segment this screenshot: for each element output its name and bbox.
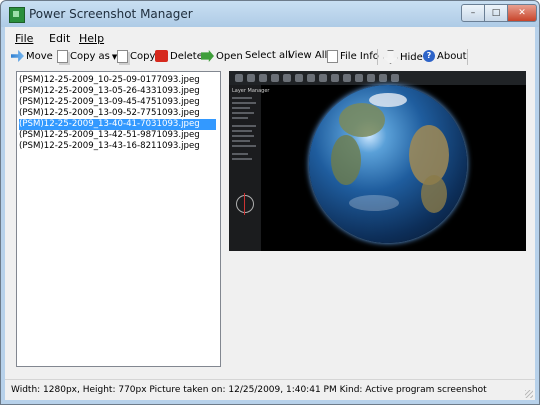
hide-icon <box>383 50 398 64</box>
open-label: Open <box>216 50 243 62</box>
toolbar-separator <box>377 49 378 65</box>
preview-layer-panel: Layer Manager <box>229 85 269 251</box>
file-list[interactable]: (PSM)12-25-2009_10-25-09-0177093.jpeg (P… <box>16 71 221 367</box>
about-label: About <box>437 50 467 62</box>
file-info-button[interactable]: File Info <box>327 50 379 63</box>
menu-edit[interactable]: Edit <box>49 32 70 45</box>
copy-as-label: Copy as <box>70 51 110 62</box>
file-list-item[interactable]: (PSM)12-25-2009_13-43-16-8211093.jpeg <box>19 141 216 152</box>
screenshot-preview[interactable]: Layer Manager <box>229 71 526 251</box>
copy-icon <box>117 50 128 63</box>
delete-button[interactable]: Delete <box>155 50 203 62</box>
file-list-item[interactable]: (PSM)12-25-2009_13-42-51-9871093.jpeg <box>19 130 216 141</box>
toolbar: Move Copy as ▼ Copy Delete Open Select a… <box>5 47 535 67</box>
status-bar: Width: 1280px, Height: 770px Picture tak… <box>5 379 535 400</box>
menu-help[interactable]: Help <box>79 32 104 45</box>
app-window: Power Screenshot Manager – □ ✕ File Edit… <box>0 0 540 405</box>
about-button[interactable]: ? About <box>423 50 467 62</box>
select-all-button[interactable]: Select all <box>245 50 291 61</box>
file-info-icon <box>327 50 338 63</box>
file-list-item-selected[interactable]: (PSM)12-25-2009_13-40-41-7031093.jpeg <box>19 119 216 130</box>
close-button[interactable]: ✕ <box>507 4 537 22</box>
client-area: File Edit Help Move Copy as ▼ Copy Delet… <box>5 27 535 400</box>
move-button[interactable]: Move <box>11 50 53 62</box>
file-info-label: File Info <box>340 51 379 62</box>
delete-icon <box>155 50 168 62</box>
copy-label: Copy <box>130 51 156 62</box>
open-icon <box>201 50 214 62</box>
file-list-item[interactable]: (PSM)12-25-2009_10-25-09-0177093.jpeg <box>19 75 216 86</box>
hide-button[interactable]: Hide <box>383 50 423 64</box>
open-button[interactable]: Open <box>201 50 243 62</box>
window-title: Power Screenshot Manager <box>29 7 193 21</box>
status-text: Width: 1280px, Height: 770px Picture tak… <box>11 385 487 395</box>
maximize-button[interactable]: □ <box>484 4 508 22</box>
toolbar-separator <box>467 49 468 65</box>
move-arrow-icon <box>11 50 24 62</box>
about-icon: ? <box>423 50 435 62</box>
copy-as-icon <box>57 50 68 63</box>
preview-panel-title: Layer Manager <box>232 88 270 94</box>
file-list-item[interactable]: (PSM)12-25-2009_13-09-52-7751093.jpeg <box>19 108 216 119</box>
copy-as-button[interactable]: Copy as ▼ <box>57 50 117 63</box>
title-bar[interactable]: Power Screenshot Manager – □ ✕ <box>1 1 539 27</box>
menu-file[interactable]: File <box>15 32 33 45</box>
preview-toolbar <box>229 71 526 85</box>
delete-label: Delete <box>170 50 203 62</box>
app-icon <box>9 7 25 23</box>
move-label: Move <box>26 50 53 62</box>
resize-grip-icon[interactable] <box>525 390 533 398</box>
copy-button[interactable]: Copy <box>117 50 155 63</box>
globe-image <box>309 85 467 243</box>
minimize-button[interactable]: – <box>461 4 485 22</box>
compass-icon <box>236 193 254 215</box>
file-list-item[interactable]: (PSM)12-25-2009_13-05-26-4331093.jpeg <box>19 86 216 97</box>
hide-label: Hide <box>400 51 423 63</box>
view-all-button[interactable]: View All <box>288 50 327 61</box>
file-list-item[interactable]: (PSM)12-25-2009_13-09-45-4751093.jpeg <box>19 97 216 108</box>
